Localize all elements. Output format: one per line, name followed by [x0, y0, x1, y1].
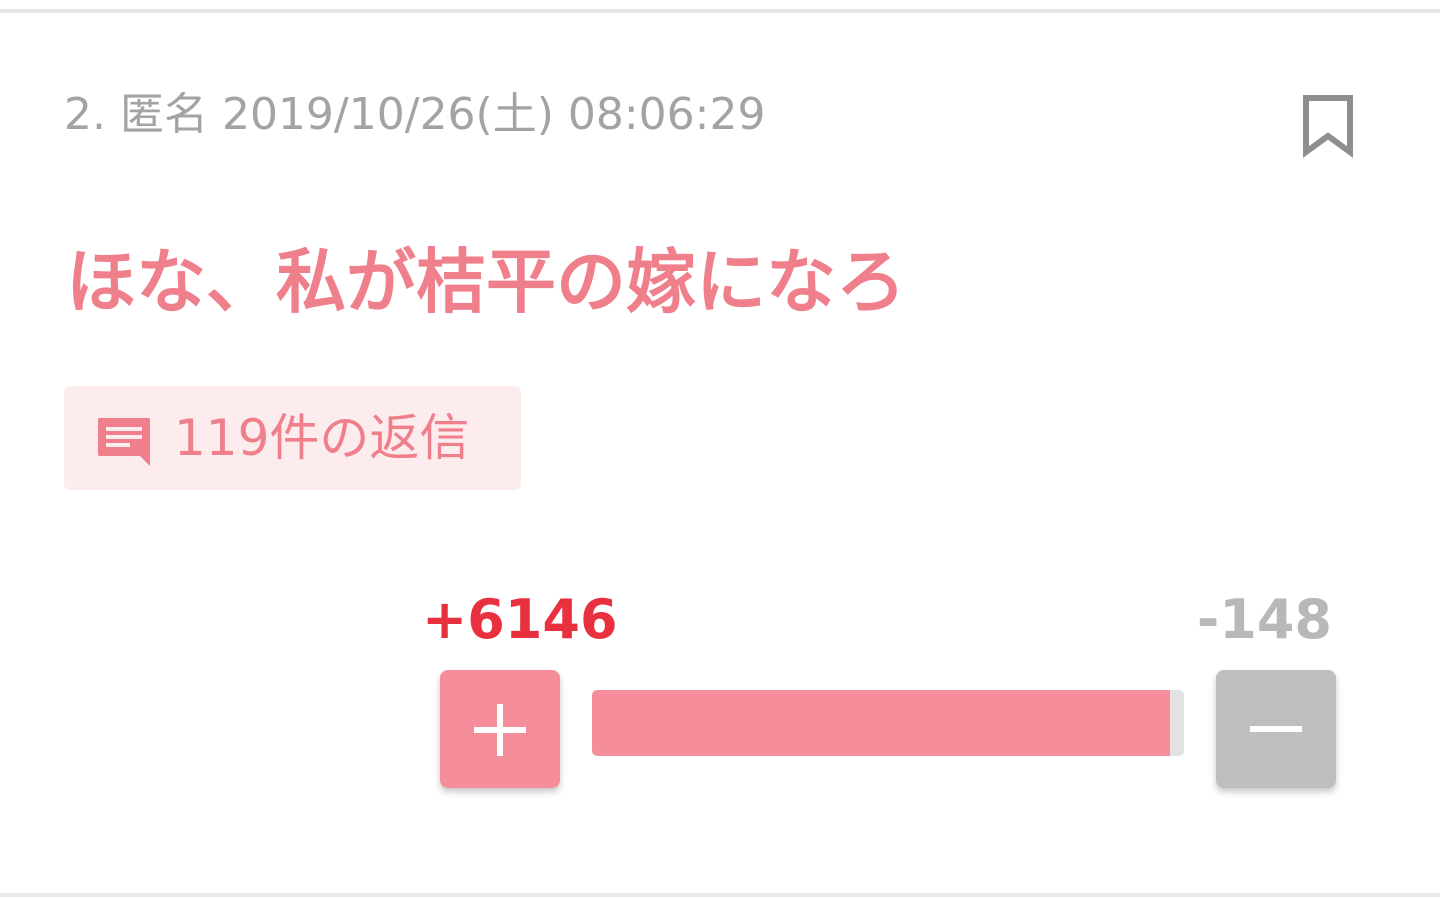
chat-bubble-icon: [98, 418, 150, 466]
plus-vote-button[interactable]: [440, 670, 560, 788]
minus-icon: [1250, 726, 1302, 732]
replies-button[interactable]: 119件の返信: [64, 386, 521, 490]
vote-ratio-fill: [592, 690, 1171, 756]
top-divider: [0, 9, 1440, 13]
post-meta: 2. 匿名 2019/10/26(土) 08:06:29: [64, 89, 766, 140]
minus-vote-count: -148: [1196, 588, 1332, 651]
plus-vote-count: +6146: [422, 588, 618, 651]
vote-ratio-bar: [592, 690, 1184, 756]
post-title: ほな、私が桔平の嫁になろ: [66, 241, 906, 323]
replies-count-label: 119件の返信: [174, 409, 470, 467]
bottom-divider: [0, 893, 1440, 897]
plus-icon: [474, 704, 526, 756]
bookmark-icon[interactable]: [1302, 94, 1354, 158]
minus-vote-button[interactable]: [1216, 670, 1336, 788]
